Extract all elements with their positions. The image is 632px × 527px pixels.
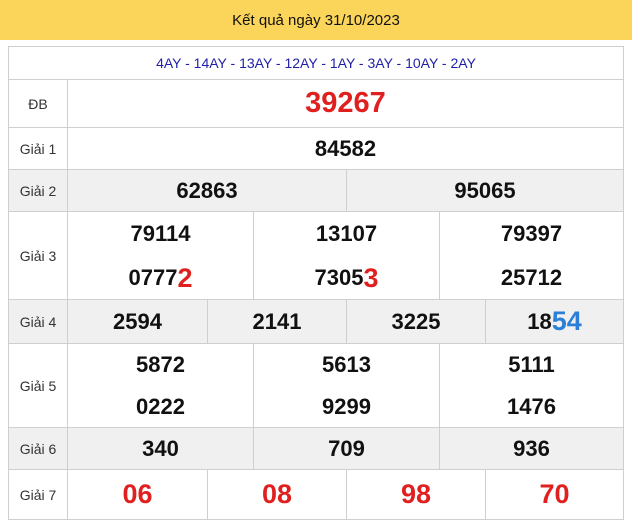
header-title: Kết quả ngày 31/10/2023 [232,11,400,29]
draw-codes-row: 4AY - 14AY - 13AY - 12AY - 1AY - 3AY - 1… [8,46,624,80]
prize-number: 79397 [500,221,563,246]
prize-row-g6: Giải 6 340 709 936 [8,428,624,470]
prize-row-g4: Giải 4 2594 2141 3225 18 54 [8,300,624,344]
result-date-header: Kết quả ngày 31/10/2023 [0,0,632,40]
lottery-result-table: Kết quả ngày 31/10/2023 4AY - 14AY - 13A… [0,0,632,527]
number-base: 0777 [128,265,178,290]
prize-number: 84582 [314,135,377,161]
prize-number: 95065 [454,177,516,203]
prize-number: 709 [328,435,365,461]
prize-number: 5613 [322,352,371,377]
prize-number: 340 [142,435,179,461]
prize-label: Giải 2 [9,170,68,211]
prize-number: 25712 [440,256,623,300]
number-base: 18 [527,308,552,334]
prize-number: 08 [261,479,293,509]
prize-number: 0777 2 [68,256,253,300]
highlighted-digits: 54 [551,306,582,336]
prize-number: 2141 [252,308,302,334]
prize-number: 13107 [315,221,378,246]
prize-label: Giải 5 [9,344,68,427]
prize-row-g7: Giải 7 06 08 98 70 [8,470,624,520]
prize-number: 70 [539,479,570,509]
prize-label: Giải 7 [9,470,68,519]
prize-number: 5872 [136,352,185,377]
prize-row-g2: Giải 2 62863 95065 [8,170,624,212]
number-base: 7305 [314,265,364,290]
prize-number: 936 [513,435,550,461]
prize-number: 62863 [176,177,238,203]
prize-row-g1: Giải 1 84582 [8,128,624,170]
prize-number: 1476 [507,394,556,419]
prize-row-g5: Giải 5 5872 5613 5111 0222 9299 1476 [8,344,624,428]
prize-number: 5111 [508,352,555,377]
prize-number: 0222 [136,394,185,419]
highlighted-digits: 2 [177,262,193,293]
prize-row-g3: Giải 3 79114 13107 79397 0777 2 7305 3 257… [8,212,624,300]
prize-number: 2594 [113,308,162,334]
prize-label: ĐB [9,80,68,127]
prize-number: 06 [122,479,153,509]
prize-number: 79114 [130,221,191,246]
prize-number: 98 [400,479,432,509]
special-prize-value: 39267 [305,87,386,119]
prize-number: 7305 3 [254,256,439,300]
prize-number: 3225 [391,308,441,334]
prize-label: Giải 4 [9,300,68,343]
prize-row-db: ĐB 39267 [8,80,624,128]
prize-label: Giải 3 [9,212,68,299]
prize-number: 9299 [322,394,371,419]
prize-label: Giải 6 [9,428,68,469]
prize-number: 18 54 [486,300,623,343]
number-base: 25712 [500,265,563,290]
highlighted-digits: 3 [363,262,379,293]
prize-label: Giải 1 [9,128,68,169]
draw-codes: 4AY - 14AY - 13AY - 12AY - 1AY - 3AY - 1… [156,55,476,71]
